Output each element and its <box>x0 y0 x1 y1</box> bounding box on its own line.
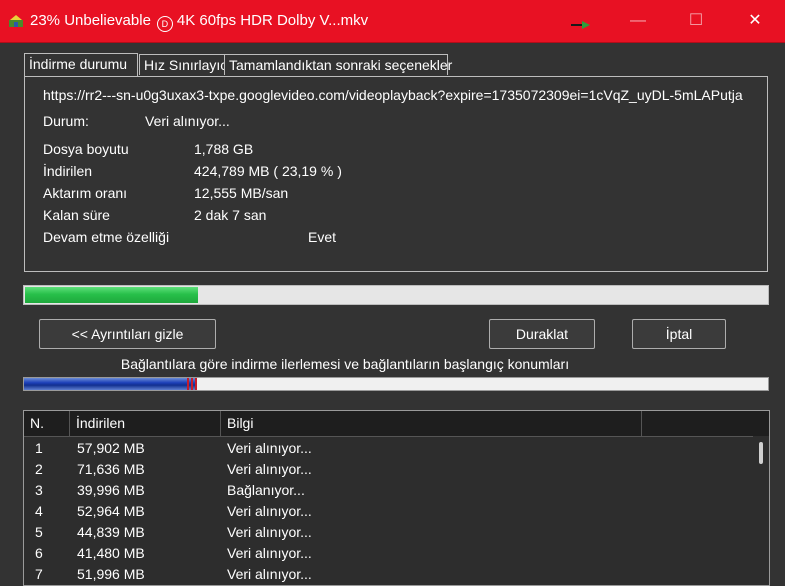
cell-info: Veri alınıyor... <box>227 545 312 561</box>
title-progress-text: 23% Unbelievable <box>30 12 151 29</box>
table-row[interactable]: 5 44,839 MB Veri alınıyor... <box>24 522 754 543</box>
cell-number: 6 <box>35 545 43 561</box>
table-row[interactable]: 7 51,996 MB Veri alınıyor... <box>24 564 754 585</box>
maximize-button[interactable]: ☐ <box>676 8 716 34</box>
transfer-rate-value: 12,555 MB/san <box>194 185 289 201</box>
title-file-name: 4K 60fps HDR Dolby V...mkv <box>176 12 369 29</box>
column-header-number[interactable]: N. <box>24 411 70 436</box>
download-arrow-icon <box>571 21 590 29</box>
downloaded-value: 424,789 MB ( 23,19 % ) <box>194 163 342 179</box>
download-status-panel: https://rr2---sn-u0g3uxax3-txpe.googlevi… <box>24 76 768 272</box>
cell-downloaded: 44,839 MB <box>77 524 145 540</box>
cell-info: Veri alınıyor... <box>227 461 312 477</box>
cell-info: Veri alınıyor... <box>227 503 312 519</box>
connections-table[interactable]: N. İndirilen Bilgi 1 57,902 MB Veri alınıy… <box>23 410 770 586</box>
download-progress-bar <box>23 285 769 305</box>
download-progress-fill <box>25 287 198 303</box>
resume-capability-label: Devam etme özelliği <box>43 229 170 245</box>
cell-number: 7 <box>35 566 43 582</box>
file-size-value: 1,788 GB <box>194 141 254 157</box>
state-label: Durum: <box>43 113 89 129</box>
tab-after-completion[interactable]: Tamamlandıktan sonraki seçenekler <box>224 54 452 75</box>
scrollbar-thumb[interactable] <box>759 442 763 464</box>
cell-number: 4 <box>35 503 43 519</box>
connections-progress-fill <box>24 378 197 390</box>
cell-info: Veri alınıyor... <box>227 524 312 540</box>
cell-downloaded: 39,996 MB <box>77 482 145 498</box>
cell-info: Veri alınıyor... <box>227 566 312 582</box>
column-header-info[interactable]: Bilgi <box>221 411 642 436</box>
connections-progress-bar <box>23 377 769 391</box>
cell-downloaded: 51,996 MB <box>77 566 145 582</box>
cell-info: Veri alınıyor... <box>227 440 312 456</box>
minimize-button[interactable]: — <box>618 8 658 34</box>
window-title: 23% Unbelievable D 4K 60fps HDR Dolby V...… <box>30 12 368 32</box>
table-row[interactable]: 3 39,996 MB Bağlanıyor... <box>24 480 754 501</box>
cell-downloaded: 41,480 MB <box>77 545 145 561</box>
table-row[interactable]: 1 57,902 MB Veri alınıyor... <box>24 438 754 459</box>
downloaded-label: İndirilen <box>43 163 93 179</box>
cell-number: 3 <box>35 482 43 498</box>
connection-start-marker <box>190 378 193 390</box>
table-row[interactable]: 6 41,480 MB Veri alınıyor... <box>24 543 754 564</box>
connection-start-marker <box>194 378 197 390</box>
state-value: Veri alınıyor... <box>145 113 230 129</box>
resume-capability-value: Evet <box>308 229 337 245</box>
connection-start-marker <box>186 378 189 390</box>
tab-speed-limiter[interactable]: Hız Sınırlayıcı <box>139 54 237 75</box>
idm-logo-icon <box>9 15 23 27</box>
title-bar: 23% Unbelievable D 4K 60fps HDR Dolby V...… <box>0 0 785 43</box>
time-left-label: Kalan süre <box>43 207 110 223</box>
pause-button[interactable]: Duraklat <box>489 319 595 349</box>
table-scrollbar[interactable] <box>753 436 769 585</box>
column-header-downloaded[interactable]: İndirilen <box>70 411 221 436</box>
connections-progress-label: Bağlantılara göre indirme ilerlemesi ve … <box>120 356 570 372</box>
cell-downloaded: 71,636 MB <box>77 461 145 477</box>
table-row[interactable]: 2 71,636 MB Veri alınıyor... <box>24 459 754 480</box>
cell-info: Bağlanıyor... <box>227 482 305 498</box>
cell-number: 1 <box>35 440 43 456</box>
download-url: https://rr2---sn-u0g3uxax3-txpe.googlevi… <box>43 87 743 103</box>
cell-number: 2 <box>35 461 43 477</box>
file-size-label: Dosya boyutu <box>43 141 129 157</box>
cell-number: 5 <box>35 524 43 540</box>
cell-downloaded: 57,902 MB <box>77 440 145 456</box>
table-header: N. İndirilen Bilgi <box>24 411 769 437</box>
hide-details-button[interactable]: << Ayrıntıları gizle <box>39 319 216 349</box>
transfer-rate-label: Aktarım oranı <box>43 185 128 201</box>
dolby-icon: D <box>156 16 173 32</box>
tab-download-status[interactable]: İndirme durumu <box>24 53 138 77</box>
close-button[interactable]: ✕ <box>735 8 775 34</box>
cell-downloaded: 52,964 MB <box>77 503 145 519</box>
time-left-value: 2 dak 7 san <box>194 207 267 223</box>
table-row[interactable]: 4 52,964 MB Veri alınıyor... <box>24 501 754 522</box>
cancel-button[interactable]: İptal <box>632 319 726 349</box>
